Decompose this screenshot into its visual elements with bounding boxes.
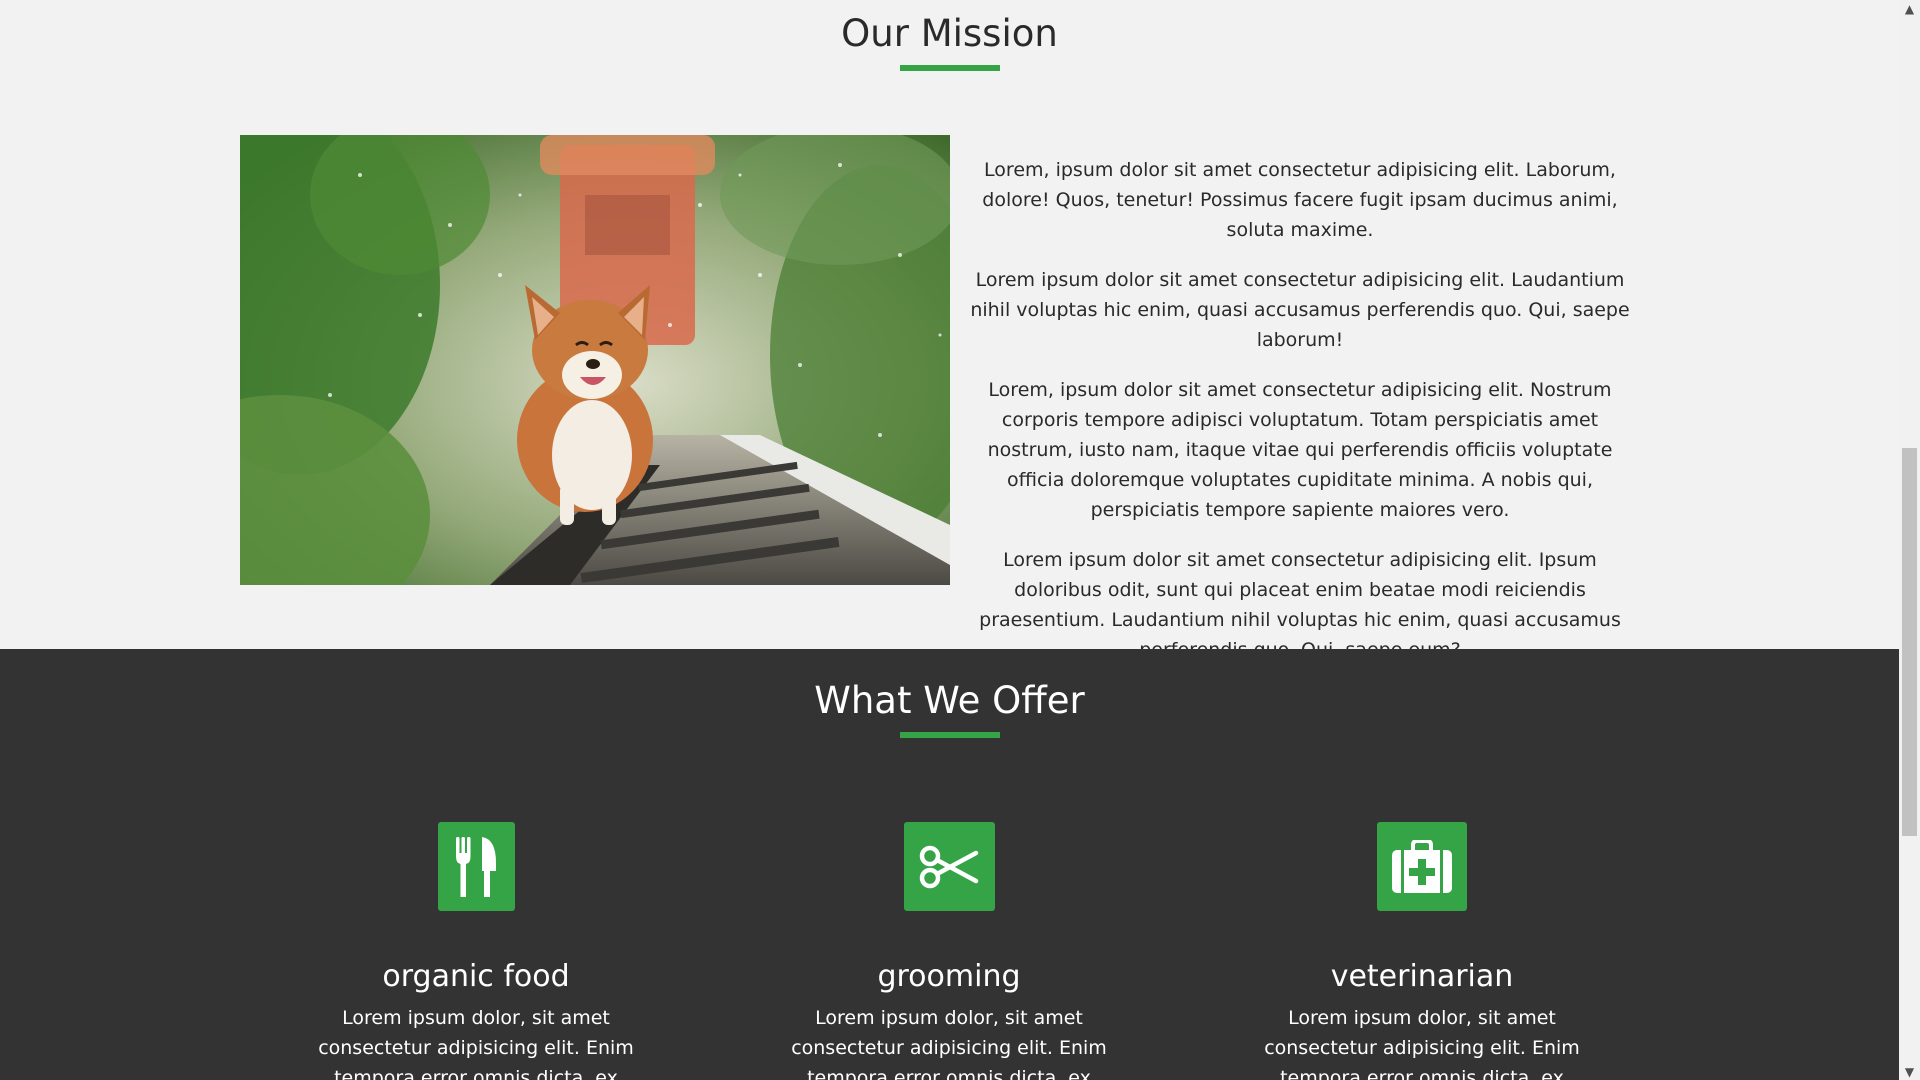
vertical-scrollbar[interactable]: ▲ ▼ [1899, 0, 1920, 1080]
service-description: Lorem ipsum dolor, sit amet consectetur … [1264, 1007, 1580, 1080]
mission-title-underline [900, 65, 1000, 71]
offer-title-underline [900, 732, 1000, 738]
scrollbar-thumb[interactable] [1902, 448, 1917, 836]
scissors-icon [903, 822, 995, 911]
utensils-icon [437, 822, 515, 911]
service-title: organic food [382, 959, 570, 994]
service-card-organic-food: organic food Lorem ipsum dolor, sit amet… [276, 822, 676, 1080]
mission-paragraph: Lorem ipsum dolor sit amet consectetur a… [979, 549, 1621, 661]
service-title: grooming [877, 959, 1021, 994]
mission-paragraph: Lorem, ipsum dolor sit amet consectetur … [987, 379, 1613, 521]
mission-paragraph: Lorem ipsum dolor sit amet consectetur a… [970, 269, 1630, 351]
service-card-veterinarian: veterinarian Lorem ipsum dolor, sit amet… [1222, 822, 1622, 1080]
offer-section: What We Offer organic food Lorem ipsum d… [0, 649, 1899, 1080]
service-description: Lorem ipsum dolor, sit amet consectetur … [318, 1007, 634, 1080]
scroll-down-arrow-icon[interactable]: ▼ [1899, 1063, 1920, 1080]
page-viewport: Our Mission Lorem, ipsum dolor sit amet … [0, 0, 1899, 1080]
service-description: Lorem ipsum dolor, sit amet consectetur … [791, 1007, 1107, 1080]
offer-title: What We Offer [814, 679, 1085, 722]
corgi-on-railway-photo [240, 135, 950, 585]
mission-paragraph: Lorem, ipsum dolor sit amet consectetur … [982, 159, 1618, 241]
mission-title: Our Mission [841, 12, 1058, 55]
mission-section: Our Mission Lorem, ipsum dolor sit amet … [0, 0, 1899, 661]
scroll-up-arrow-icon[interactable]: ▲ [1899, 0, 1920, 17]
service-title: veterinarian [1330, 959, 1514, 994]
mission-text: Lorem, ipsum dolor sit amet consectetur … [966, 155, 1634, 685]
medkit-icon [1377, 822, 1467, 911]
service-card-grooming: grooming Lorem ipsum dolor, sit amet con… [749, 822, 1149, 1080]
